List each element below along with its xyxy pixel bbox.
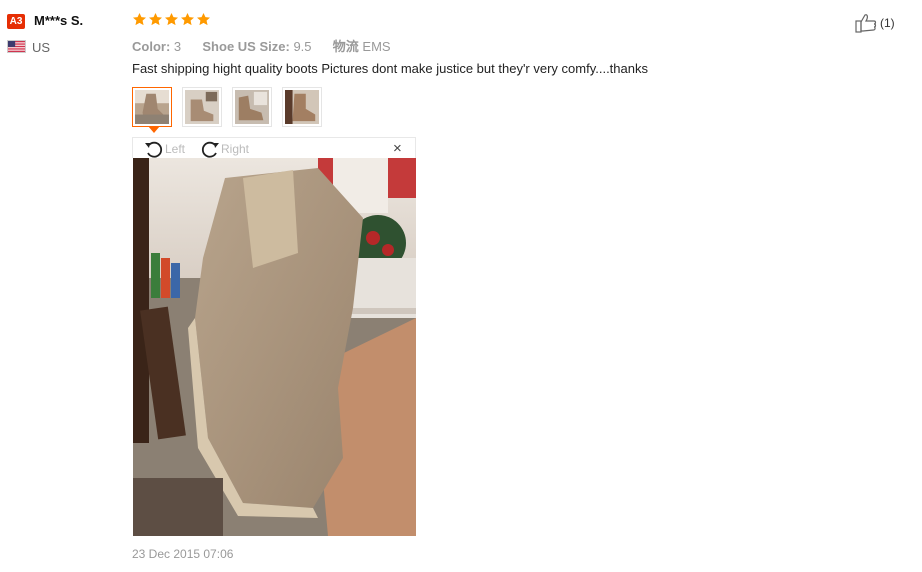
rotate-left-label: Left (165, 142, 186, 156)
boot-photo-icon (185, 90, 219, 124)
reviewer-name: M***s S. (34, 13, 84, 28)
review-photo-large (133, 158, 416, 536)
reviewer-avatar-badge: A3 (7, 14, 25, 29)
helpful-button[interactable]: (1) (855, 13, 895, 33)
selected-thumbnail-pointer (148, 126, 160, 133)
photo-thumbnails (132, 87, 322, 127)
star-icon (165, 12, 178, 26)
close-viewer-button[interactable]: × (393, 140, 402, 157)
photo-thumbnail[interactable] (182, 87, 222, 127)
star-icon (149, 12, 162, 26)
thumbs-up-icon (855, 14, 877, 33)
rotate-right-button[interactable]: Right (199, 139, 249, 159)
photo-viewer-toolbar: Left Right × (132, 137, 416, 158)
photo-thumbnail[interactable] (232, 87, 272, 127)
photo-thumbnail[interactable] (132, 87, 172, 127)
boot-photo-icon (235, 90, 269, 124)
star-icon (181, 12, 194, 26)
rotate-right-icon (201, 141, 219, 158)
boot-photo-icon (285, 90, 319, 124)
review-date: 23 Dec 2015 07:06 (132, 547, 234, 561)
boot-photo-icon (135, 90, 169, 124)
helpful-count: (1) (880, 16, 895, 30)
attr-size-value: 9.5 (293, 39, 312, 54)
attr-logistics-value: EMS (362, 39, 391, 54)
attr-color-value: 3 (173, 39, 182, 54)
review-text: Fast shipping hight quality boots Pictur… (132, 61, 648, 76)
rotate-right-label: Right (221, 142, 250, 156)
rotate-left-icon (145, 141, 163, 158)
star-icon (133, 12, 146, 26)
attr-color-label: Color: (132, 39, 171, 54)
photo-thumbnail[interactable] (282, 87, 322, 127)
us-flag-icon (7, 40, 26, 53)
reviewer-country: US (32, 40, 51, 55)
rotate-left-button[interactable]: Left (143, 139, 185, 159)
attr-logistics-label: 物流 (332, 39, 359, 54)
attr-size-label: Shoe US Size: (202, 39, 290, 54)
star-icon (197, 12, 210, 26)
star-rating (132, 12, 211, 27)
order-attributes: Color: 3 Shoe US Size: 9.5 物流 EMS (132, 36, 391, 55)
